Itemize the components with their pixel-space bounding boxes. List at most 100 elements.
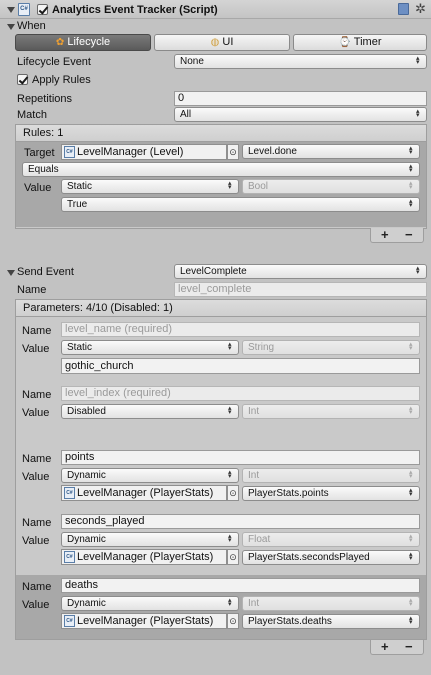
- param-type: Float: [248, 534, 271, 545]
- rule-target-object-field[interactable]: C# LevelManager (Level): [61, 144, 227, 160]
- object-picker-icon[interactable]: ⊙: [227, 485, 239, 501]
- param-property: PlayerStats.deaths: [248, 616, 332, 627]
- send-event-label: Send Event: [17, 266, 74, 278]
- rule-target-property-dropdown[interactable]: Level.done ▴ ▾: [242, 144, 420, 159]
- component-enabled-checkbox[interactable]: [37, 4, 48, 15]
- target-label: Target: [24, 147, 55, 159]
- dropdown-arrow-icon: ▴ ▾: [409, 533, 413, 544]
- param-property-dropdown[interactable]: PlayerStats.points ▴ ▾: [242, 486, 420, 501]
- rules-header: Rules: 1: [15, 124, 427, 142]
- gear-icon[interactable]: ✲: [415, 2, 426, 15]
- param-object-field[interactable]: C# LevelManager (PlayerStats): [61, 613, 227, 629]
- param-type-dropdown: Int ▴ ▾: [242, 404, 420, 419]
- script-icon: C#: [64, 146, 75, 158]
- param-type: Int: [248, 470, 260, 481]
- param-name-field[interactable]: seconds_played: [61, 514, 420, 529]
- param-mode: Disabled: [67, 406, 106, 417]
- rules-count: Rules: 1: [23, 127, 64, 139]
- dropdown-arrow-icon: ▴ ▾: [228, 405, 232, 416]
- script-icon: C#: [64, 551, 75, 563]
- script-icon: C#: [64, 487, 75, 499]
- send-event-foldout-icon[interactable]: [7, 270, 15, 276]
- dropdown-arrow-icon: ▴ ▾: [416, 265, 420, 276]
- tab-timer[interactable]: ⌚ Timer: [293, 34, 427, 51]
- rule-value-dropdown[interactable]: True ▴ ▾: [61, 197, 420, 212]
- rule-value-mode-dropdown[interactable]: Static ▴ ▾: [61, 179, 239, 194]
- script-icon: C#: [64, 615, 75, 627]
- remove-parameter-button[interactable]: −: [405, 640, 413, 653]
- rule-value-type-dropdown: Bool ▴ ▾: [242, 179, 420, 194]
- param-object: LevelManager (PlayerStats): [77, 615, 214, 627]
- param-name-field[interactable]: points: [61, 450, 420, 465]
- dropdown-arrow-icon: ▴ ▾: [409, 551, 413, 562]
- param-mode-dropdown[interactable]: Static ▴ ▾: [61, 340, 239, 355]
- add-parameter-button[interactable]: +: [381, 640, 389, 653]
- help-book-icon[interactable]: [398, 3, 409, 15]
- param-value-label: Value: [22, 535, 50, 547]
- param-mode-dropdown[interactable]: Dynamic ▴ ▾: [61, 468, 239, 483]
- object-picker-icon[interactable]: ⊙: [227, 144, 239, 160]
- param-type-dropdown: Float ▴ ▾: [242, 532, 420, 547]
- param-type: Int: [248, 406, 260, 417]
- add-rule-button[interactable]: +: [381, 228, 389, 241]
- remove-rule-button[interactable]: −: [405, 228, 413, 241]
- rules-add-remove: + −: [370, 228, 424, 243]
- dropdown-arrow-icon: ▴ ▾: [409, 198, 413, 209]
- dropdown-arrow-icon: ▴ ▾: [409, 405, 413, 416]
- apply-rules-checkbox[interactable]: [17, 74, 28, 85]
- when-foldout-icon[interactable]: [7, 24, 15, 30]
- param-mode-dropdown[interactable]: Dynamic ▴ ▾: [61, 596, 239, 611]
- param-mode-dropdown[interactable]: Dynamic ▴ ▾: [61, 532, 239, 547]
- foldout-arrow-icon[interactable]: [7, 7, 15, 13]
- dropdown-arrow-icon: ▴ ▾: [409, 163, 413, 174]
- object-picker-icon[interactable]: ⊙: [227, 613, 239, 629]
- when-label: When: [17, 20, 46, 32]
- rule-value-type: Bool: [248, 181, 269, 192]
- param-object: LevelManager (PlayerStats): [77, 487, 214, 499]
- dropdown-arrow-icon: ▴ ▾: [228, 597, 232, 608]
- event-name-label: Name: [17, 284, 47, 296]
- dropdown-arrow-icon: ▴ ▾: [416, 108, 420, 119]
- param-static-value-field[interactable]: gothic_church: [61, 358, 420, 374]
- param-object-field[interactable]: C# LevelManager (PlayerStats): [61, 485, 227, 501]
- tab-lifecycle[interactable]: ✿ Lifecycle: [15, 34, 151, 51]
- rule-comparison-dropdown[interactable]: Equals ▴ ▾: [22, 162, 420, 177]
- object-picker-icon[interactable]: ⊙: [227, 549, 239, 565]
- tab-timer-label: Timer: [353, 36, 382, 48]
- param-name-field[interactable]: level_name (required): [61, 322, 420, 337]
- send-event-dropdown[interactable]: LevelComplete ▴ ▾: [174, 264, 427, 279]
- timer-icon: ⌚: [338, 37, 351, 48]
- repetitions-field[interactable]: 0: [174, 91, 427, 106]
- tab-lifecycle-label: Lifecycle: [67, 36, 111, 48]
- param-mode: Dynamic: [67, 470, 106, 481]
- tab-ui[interactable]: ◍ UI: [154, 34, 290, 51]
- param-property-dropdown[interactable]: PlayerStats.secondsPlayed ▴ ▾: [242, 550, 420, 565]
- param-value-label: Value: [22, 471, 50, 483]
- lifecycle-event-dropdown[interactable]: None ▴ ▾: [174, 54, 427, 69]
- event-name-field[interactable]: level_complete: [174, 282, 427, 297]
- param-type-dropdown: Int ▴ ▾: [242, 596, 420, 611]
- dropdown-arrow-icon: ▴ ▾: [409, 487, 413, 498]
- rule-value-mode: Static: [67, 181, 93, 192]
- match-dropdown[interactable]: All ▴ ▾: [174, 107, 427, 122]
- parameters-header: Parameters: 4/10 (Disabled: 1): [15, 299, 427, 317]
- dropdown-arrow-icon: ▴ ▾: [416, 55, 420, 66]
- repetitions-label: Repetitions: [17, 93, 73, 105]
- send-event-value: LevelComplete: [180, 266, 247, 277]
- rule-value-label: Value: [24, 182, 52, 194]
- param-mode-dropdown[interactable]: Disabled ▴ ▾: [61, 404, 239, 419]
- param-name-field[interactable]: level_index (required): [61, 386, 420, 401]
- param-type: String: [248, 342, 275, 353]
- lifecycle-event-value: None: [180, 56, 204, 67]
- param-object-field[interactable]: C# LevelManager (PlayerStats): [61, 549, 227, 565]
- param-name-label: Name: [22, 517, 52, 529]
- dropdown-arrow-icon: ▴ ▾: [228, 533, 232, 544]
- rule-value: True: [67, 199, 88, 210]
- component-title: Analytics Event Tracker (Script): [52, 4, 218, 16]
- param-name-label: Name: [22, 389, 52, 401]
- component-header: C# Analytics Event Tracker (Script) ✲: [0, 0, 431, 19]
- parameters-count: Parameters: 4/10 (Disabled: 1): [23, 302, 173, 314]
- param-property-dropdown[interactable]: PlayerStats.deaths ▴ ▾: [242, 614, 420, 629]
- param-name-field[interactable]: deaths: [61, 578, 420, 593]
- param-type: Int: [248, 598, 260, 609]
